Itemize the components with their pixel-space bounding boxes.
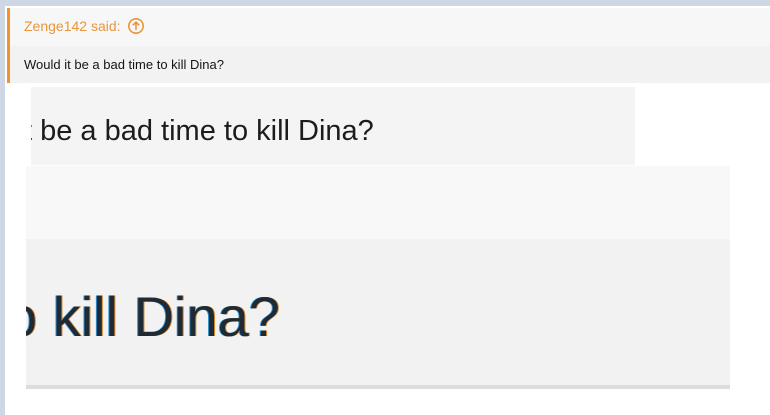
window-left-strip [0,0,5,415]
quote-block: Zenge142 said: Would it be a bad time to… [7,8,770,83]
quote-author[interactable]: Zenge142 said: [24,17,121,35]
zoomed-blank-band [26,166,730,239]
zoomed-text-large: o kill Dina? [26,285,280,348]
zoomed-quote-medium: t be a bad time to kill Dina? [31,87,635,165]
quote-body: Would it be a bad time to kill Dina? [10,46,770,83]
window-top-strip [0,0,770,6]
zoomed-quote-large: o kill Dina? [26,239,730,389]
quote-text: Would it be a bad time to kill Dina? [24,57,224,72]
arrow-up-circle-icon[interactable] [127,17,145,35]
quote-header[interactable]: Zenge142 said: [24,17,145,35]
zoomed-text-medium: t be a bad time to kill Dina? [31,115,374,147]
